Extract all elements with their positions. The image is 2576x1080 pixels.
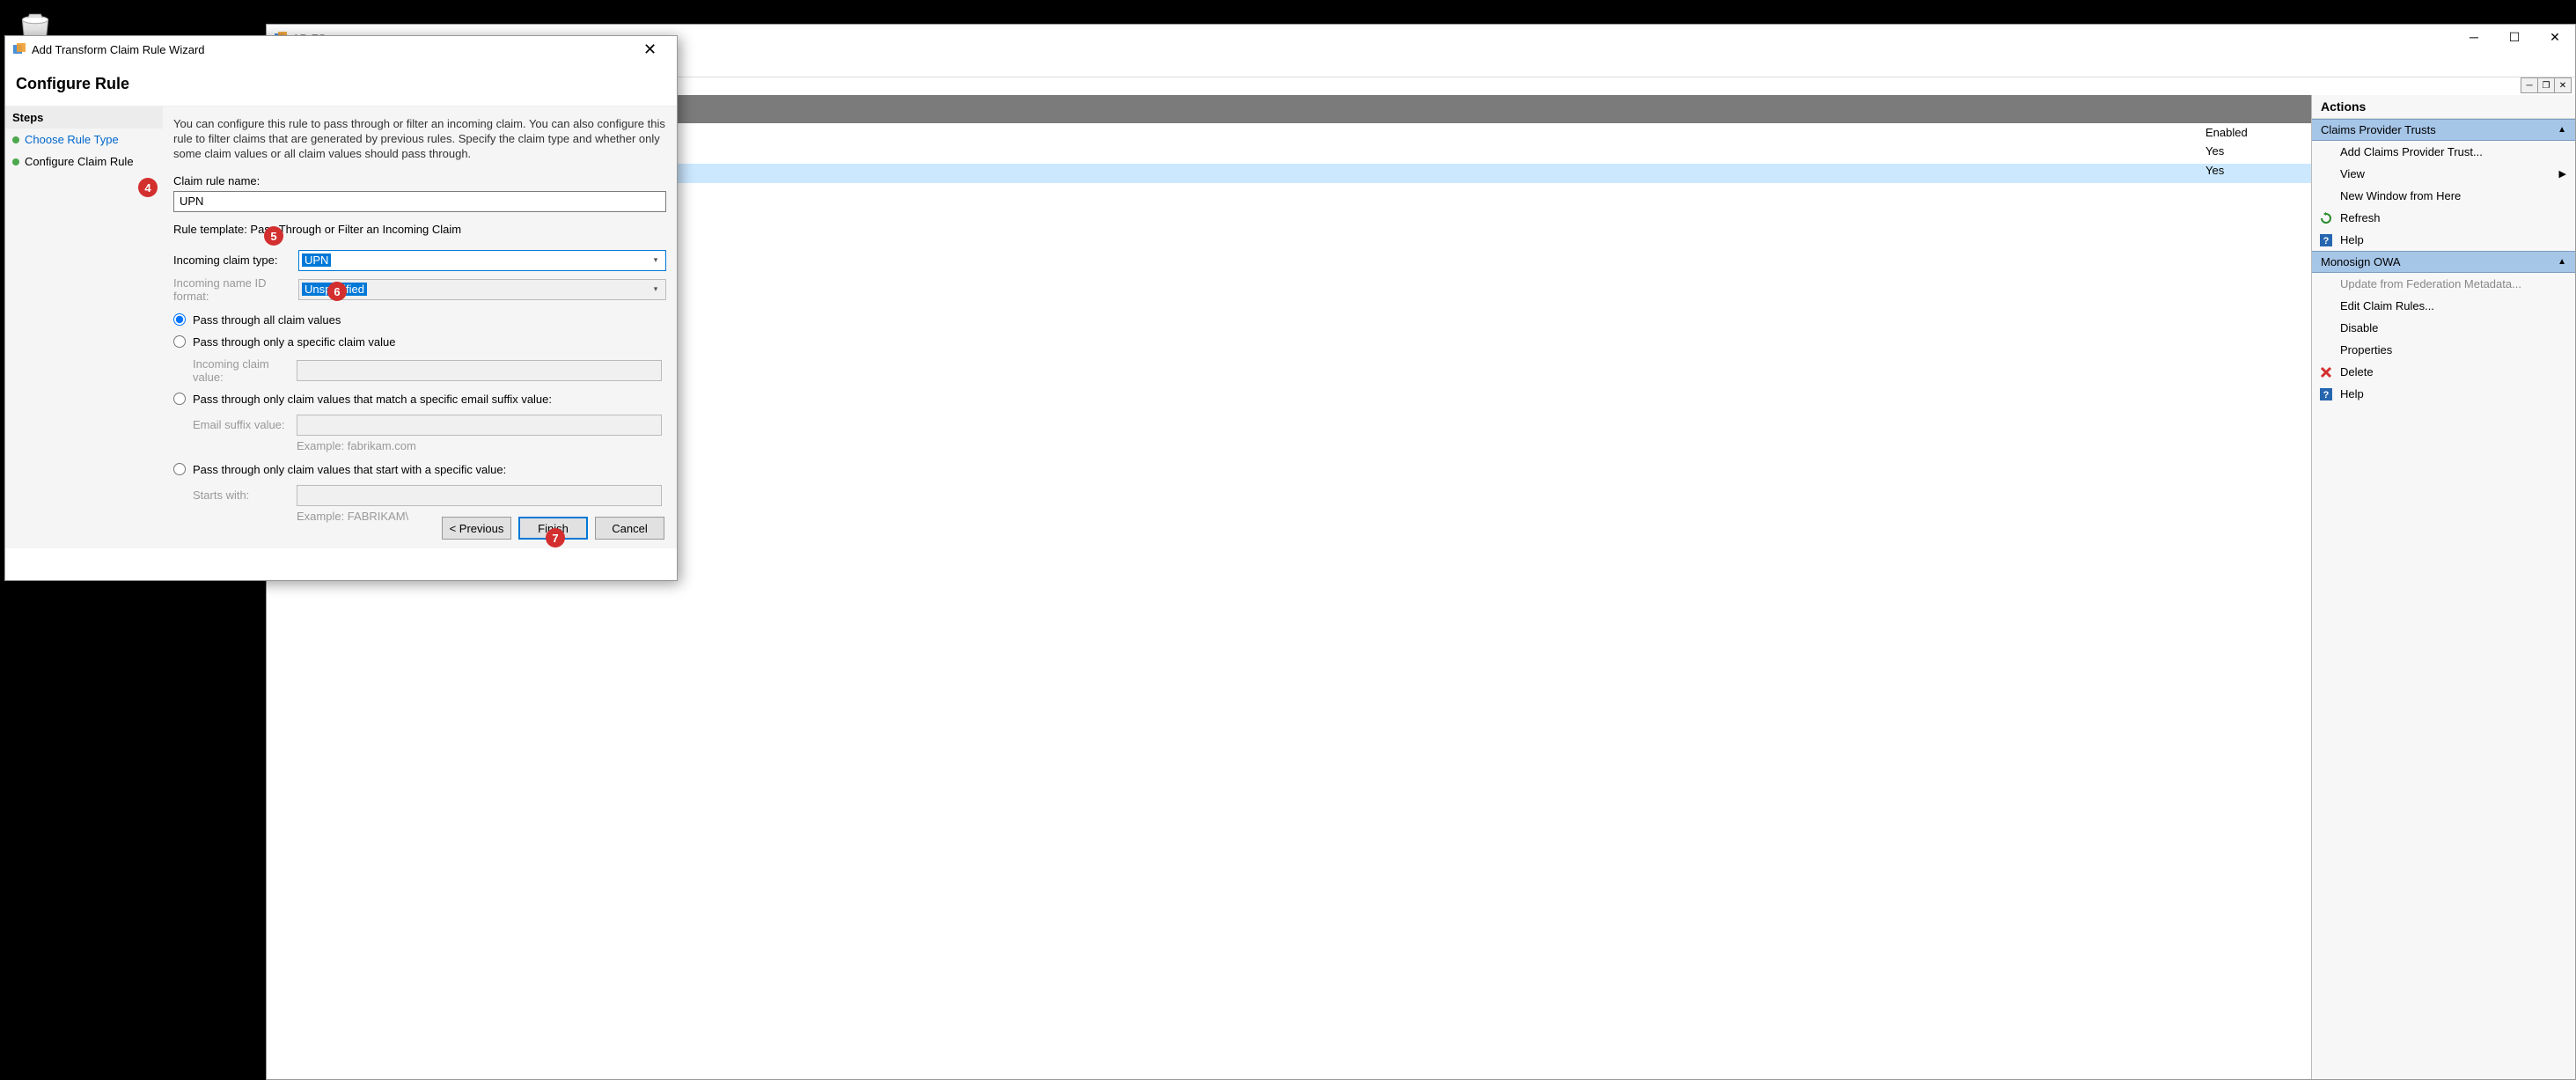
help-icon: ? bbox=[2319, 387, 2333, 401]
chevron-down-icon: ▾ bbox=[648, 253, 664, 268]
svg-text:?: ? bbox=[2323, 236, 2330, 246]
step-bullet-icon bbox=[12, 158, 19, 165]
mdi-minimize[interactable]: ─ bbox=[2521, 77, 2538, 93]
action-delete[interactable]: Delete bbox=[2312, 361, 2575, 383]
actions-title: Actions bbox=[2312, 95, 2575, 119]
wizard-steps: Steps Choose Rule Type Configure Claim R… bbox=[5, 107, 163, 548]
action-label: View bbox=[2340, 167, 2365, 180]
action-update-federation[interactable]: Update from Federation Metadata... bbox=[2312, 273, 2575, 295]
close-button[interactable]: ✕ bbox=[630, 37, 670, 62]
action-label: Refresh bbox=[2340, 211, 2381, 224]
callout-4: 4 bbox=[138, 178, 158, 197]
incoming-claim-type-label: Incoming claim type: bbox=[173, 253, 298, 267]
action-label: Disable bbox=[2340, 321, 2378, 334]
wizard-title: Add Transform Claim Rule Wizard bbox=[32, 43, 205, 56]
chevron-down-icon: ▾ bbox=[648, 282, 664, 298]
mdi-close[interactable]: ✕ bbox=[2554, 77, 2572, 93]
minimize-button[interactable]: ─ bbox=[2454, 25, 2494, 49]
action-label: Properties bbox=[2340, 343, 2392, 356]
action-refresh[interactable]: Refresh bbox=[2312, 207, 2575, 229]
action-edit-claim-rules[interactable]: Edit Claim Rules... bbox=[2312, 295, 2575, 317]
radio-pass-email-suffix[interactable] bbox=[173, 393, 186, 405]
actions-section-monosign-owa[interactable]: Monosign OWA ▲ bbox=[2312, 251, 2575, 273]
step-label: Configure Claim Rule bbox=[25, 155, 134, 168]
wizard-form: You can configure this rule to pass thro… bbox=[163, 107, 677, 548]
callout-6: 6 bbox=[327, 282, 347, 301]
actions-panel: Actions Claims Provider Trusts ▲ Add Cla… bbox=[2311, 95, 2575, 1079]
radio-pass-starts-with-label: Pass through only claim values that star… bbox=[193, 463, 506, 476]
section-label: Monosign OWA bbox=[2321, 255, 2401, 268]
collapse-arrow-icon: ▲ bbox=[2558, 125, 2566, 135]
close-button[interactable]: ✕ bbox=[2535, 25, 2575, 49]
radio-pass-specific-label: Pass through only a specific claim value bbox=[193, 335, 396, 349]
wizard-description: You can configure this rule to pass thro… bbox=[173, 117, 666, 162]
cancel-button[interactable]: Cancel bbox=[595, 517, 664, 540]
starts-with-label: Starts with: bbox=[193, 489, 297, 502]
radio-pass-specific[interactable] bbox=[173, 335, 186, 348]
email-example: Example: fabrikam.com bbox=[297, 439, 666, 452]
actions-section-claims-provider-trusts[interactable]: Claims Provider Trusts ▲ bbox=[2312, 119, 2575, 141]
radio-group: Pass through all claim values Pass throu… bbox=[173, 313, 666, 523]
previous-button[interactable]: < Previous bbox=[442, 517, 511, 540]
action-help[interactable]: ? Help bbox=[2312, 229, 2575, 251]
radio-pass-all[interactable] bbox=[173, 313, 186, 326]
wizard-dialog: Add Transform Claim Rule Wizard ✕ Config… bbox=[4, 35, 678, 581]
action-label: Edit Claim Rules... bbox=[2340, 299, 2434, 312]
action-label: Add Claims Provider Trust... bbox=[2340, 145, 2483, 158]
step-choose-rule-type[interactable]: Choose Rule Type bbox=[5, 129, 163, 151]
action-disable[interactable]: Disable bbox=[2312, 317, 2575, 339]
incoming-value-input bbox=[297, 360, 662, 381]
callout-5: 5 bbox=[264, 226, 283, 246]
action-label: Delete bbox=[2340, 365, 2374, 378]
maximize-button[interactable]: ☐ bbox=[2494, 25, 2535, 49]
steps-header: Steps bbox=[5, 107, 163, 129]
desktop: AD FS ─ ☐ ✕ ─ ❐ ✕ Enabled Yes bbox=[0, 0, 2576, 1080]
wizard-header: Configure Rule bbox=[5, 62, 677, 107]
callout-7: 7 bbox=[546, 528, 565, 547]
radio-pass-all-label: Pass through all claim values bbox=[193, 313, 341, 327]
window-controls: ─ ☐ ✕ bbox=[2454, 25, 2575, 49]
cell-enabled: Yes bbox=[2197, 144, 2311, 164]
action-label: Help bbox=[2340, 387, 2364, 400]
action-label: Update from Federation Metadata... bbox=[2340, 277, 2521, 290]
name-id-format-combo: Unspecified ▾ bbox=[298, 279, 666, 300]
claim-rule-name-input[interactable] bbox=[173, 191, 666, 212]
delete-icon bbox=[2319, 365, 2333, 379]
mdi-controls: ─ ❐ ✕ bbox=[2521, 77, 2572, 93]
incoming-claim-type-combo[interactable]: UPN ▾ bbox=[298, 250, 666, 271]
action-view[interactable]: View ▶ bbox=[2312, 163, 2575, 185]
help-icon: ? bbox=[2319, 233, 2333, 247]
incoming-value-label: Incoming claim value: bbox=[193, 357, 297, 384]
action-properties[interactable]: Properties bbox=[2312, 339, 2575, 361]
mdi-restore[interactable]: ❐ bbox=[2537, 77, 2555, 93]
collapse-arrow-icon: ▲ bbox=[2558, 257, 2566, 267]
action-add-claims-provider-trust[interactable]: Add Claims Provider Trust... bbox=[2312, 141, 2575, 163]
combo-selection: UPN bbox=[302, 253, 331, 267]
step-configure-claim-rule[interactable]: Configure Claim Rule bbox=[5, 151, 163, 173]
action-label: New Window from Here bbox=[2340, 189, 2461, 202]
col-enabled-header[interactable]: Enabled bbox=[2197, 123, 2311, 144]
action-help[interactable]: ? Help bbox=[2312, 383, 2575, 405]
email-suffix-input bbox=[297, 415, 662, 436]
wizard-icon bbox=[12, 42, 26, 56]
svg-text:?: ? bbox=[2323, 390, 2330, 400]
wizard-body: Steps Choose Rule Type Configure Claim R… bbox=[5, 107, 677, 548]
rule-template-label: Rule template: Pass Through or Filter an… bbox=[173, 223, 666, 236]
radio-pass-email-suffix-label: Pass through only claim values that matc… bbox=[193, 393, 552, 406]
submenu-arrow-icon: ▶ bbox=[2559, 168, 2566, 180]
name-id-format-label: Incoming name ID format: bbox=[173, 276, 298, 303]
starts-with-input bbox=[297, 485, 662, 506]
action-label: Help bbox=[2340, 233, 2364, 246]
claim-rule-name-label: Claim rule name: bbox=[173, 174, 666, 187]
email-suffix-label: Email suffix value: bbox=[193, 418, 297, 431]
refresh-icon bbox=[2319, 211, 2333, 225]
cell-enabled: Yes bbox=[2197, 164, 2311, 183]
action-new-window[interactable]: New Window from Here bbox=[2312, 185, 2575, 207]
step-bullet-icon bbox=[12, 136, 19, 143]
section-label: Claims Provider Trusts bbox=[2321, 123, 2436, 136]
step-label: Choose Rule Type bbox=[25, 133, 119, 146]
radio-pass-starts-with[interactable] bbox=[173, 463, 186, 475]
wizard-titlebar[interactable]: Add Transform Claim Rule Wizard ✕ bbox=[5, 36, 677, 62]
